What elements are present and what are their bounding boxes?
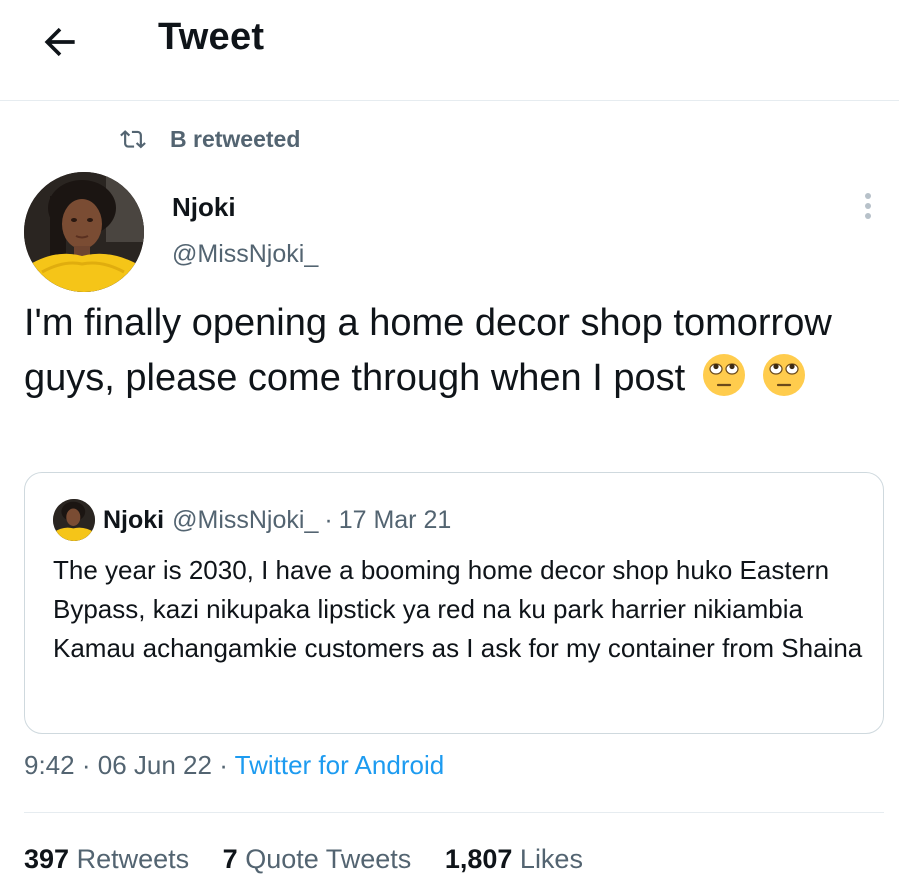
author-handle[interactable]: @MissNjoki_ <box>172 240 318 269</box>
likes-count: 1,807 <box>444 844 513 874</box>
quoted-tweet-text: The year is 2030, I have a booming home … <box>53 555 863 663</box>
tweet-meta: 9:42 · 06 Jun 22 · Twitter for Android <box>24 750 444 781</box>
tweet-time: 9:42 <box>24 750 75 780</box>
quotes-label: Quote Tweets <box>245 844 412 874</box>
tweet-date: 06 Jun 22 <box>97 750 212 780</box>
face-with-rolling-eyes-icon <box>702 354 745 396</box>
author-name[interactable]: Njoki <box>172 192 236 223</box>
quoted-author-handle: @MissNjoki_ <box>172 505 319 534</box>
meta-separator: · <box>81 750 91 780</box>
tweet-stats: 397 Retweets 7 Quote Tweets 1,807 Likes <box>24 844 609 875</box>
tweet-body: I'm finally opening a home decor shop to… <box>24 296 884 406</box>
quoted-author-name: Njoki <box>103 505 165 534</box>
retweets-label: Retweets <box>76 844 190 874</box>
top-bar: Tweet <box>0 0 899 101</box>
quoted-tweet-date: 17 Mar 21 <box>338 505 452 534</box>
retweet-context: B retweeted <box>118 124 300 154</box>
avatar-image <box>24 172 144 292</box>
quoted-tweet[interactable]: Njoki @MissNjoki_ · 17 Mar 21 The year i… <box>24 472 884 734</box>
author-avatar[interactable] <box>24 172 144 292</box>
face-with-rolling-eyes-icon <box>763 354 806 396</box>
quoted-avatar-image <box>53 499 95 541</box>
tweet-source-link[interactable]: Twitter for Android <box>235 750 445 780</box>
quoted-separator: · <box>324 505 333 534</box>
retweet-context-label: B retweeted <box>170 125 301 152</box>
quotes-count: 7 <box>222 844 238 874</box>
retweets-count: 397 <box>24 844 70 874</box>
quoted-author-avatar <box>53 499 95 541</box>
arrow-left-icon[interactable] <box>38 20 82 64</box>
meta-separator: · <box>219 750 228 780</box>
more-options-icon[interactable] <box>856 190 880 222</box>
likes-label: Likes <box>519 844 583 874</box>
retweet-icon <box>120 130 146 149</box>
divider <box>24 812 884 813</box>
quote-tweets-stat[interactable]: 7 Quote Tweets <box>223 844 412 874</box>
likes-stat[interactable]: 1,807 Likes <box>445 844 583 874</box>
quoted-tweet-header: Njoki @MissNjoki_ · 17 Mar 21 <box>53 497 451 543</box>
retweets-stat[interactable]: 397 Retweets <box>24 844 189 874</box>
page-title: Tweet <box>158 16 265 58</box>
